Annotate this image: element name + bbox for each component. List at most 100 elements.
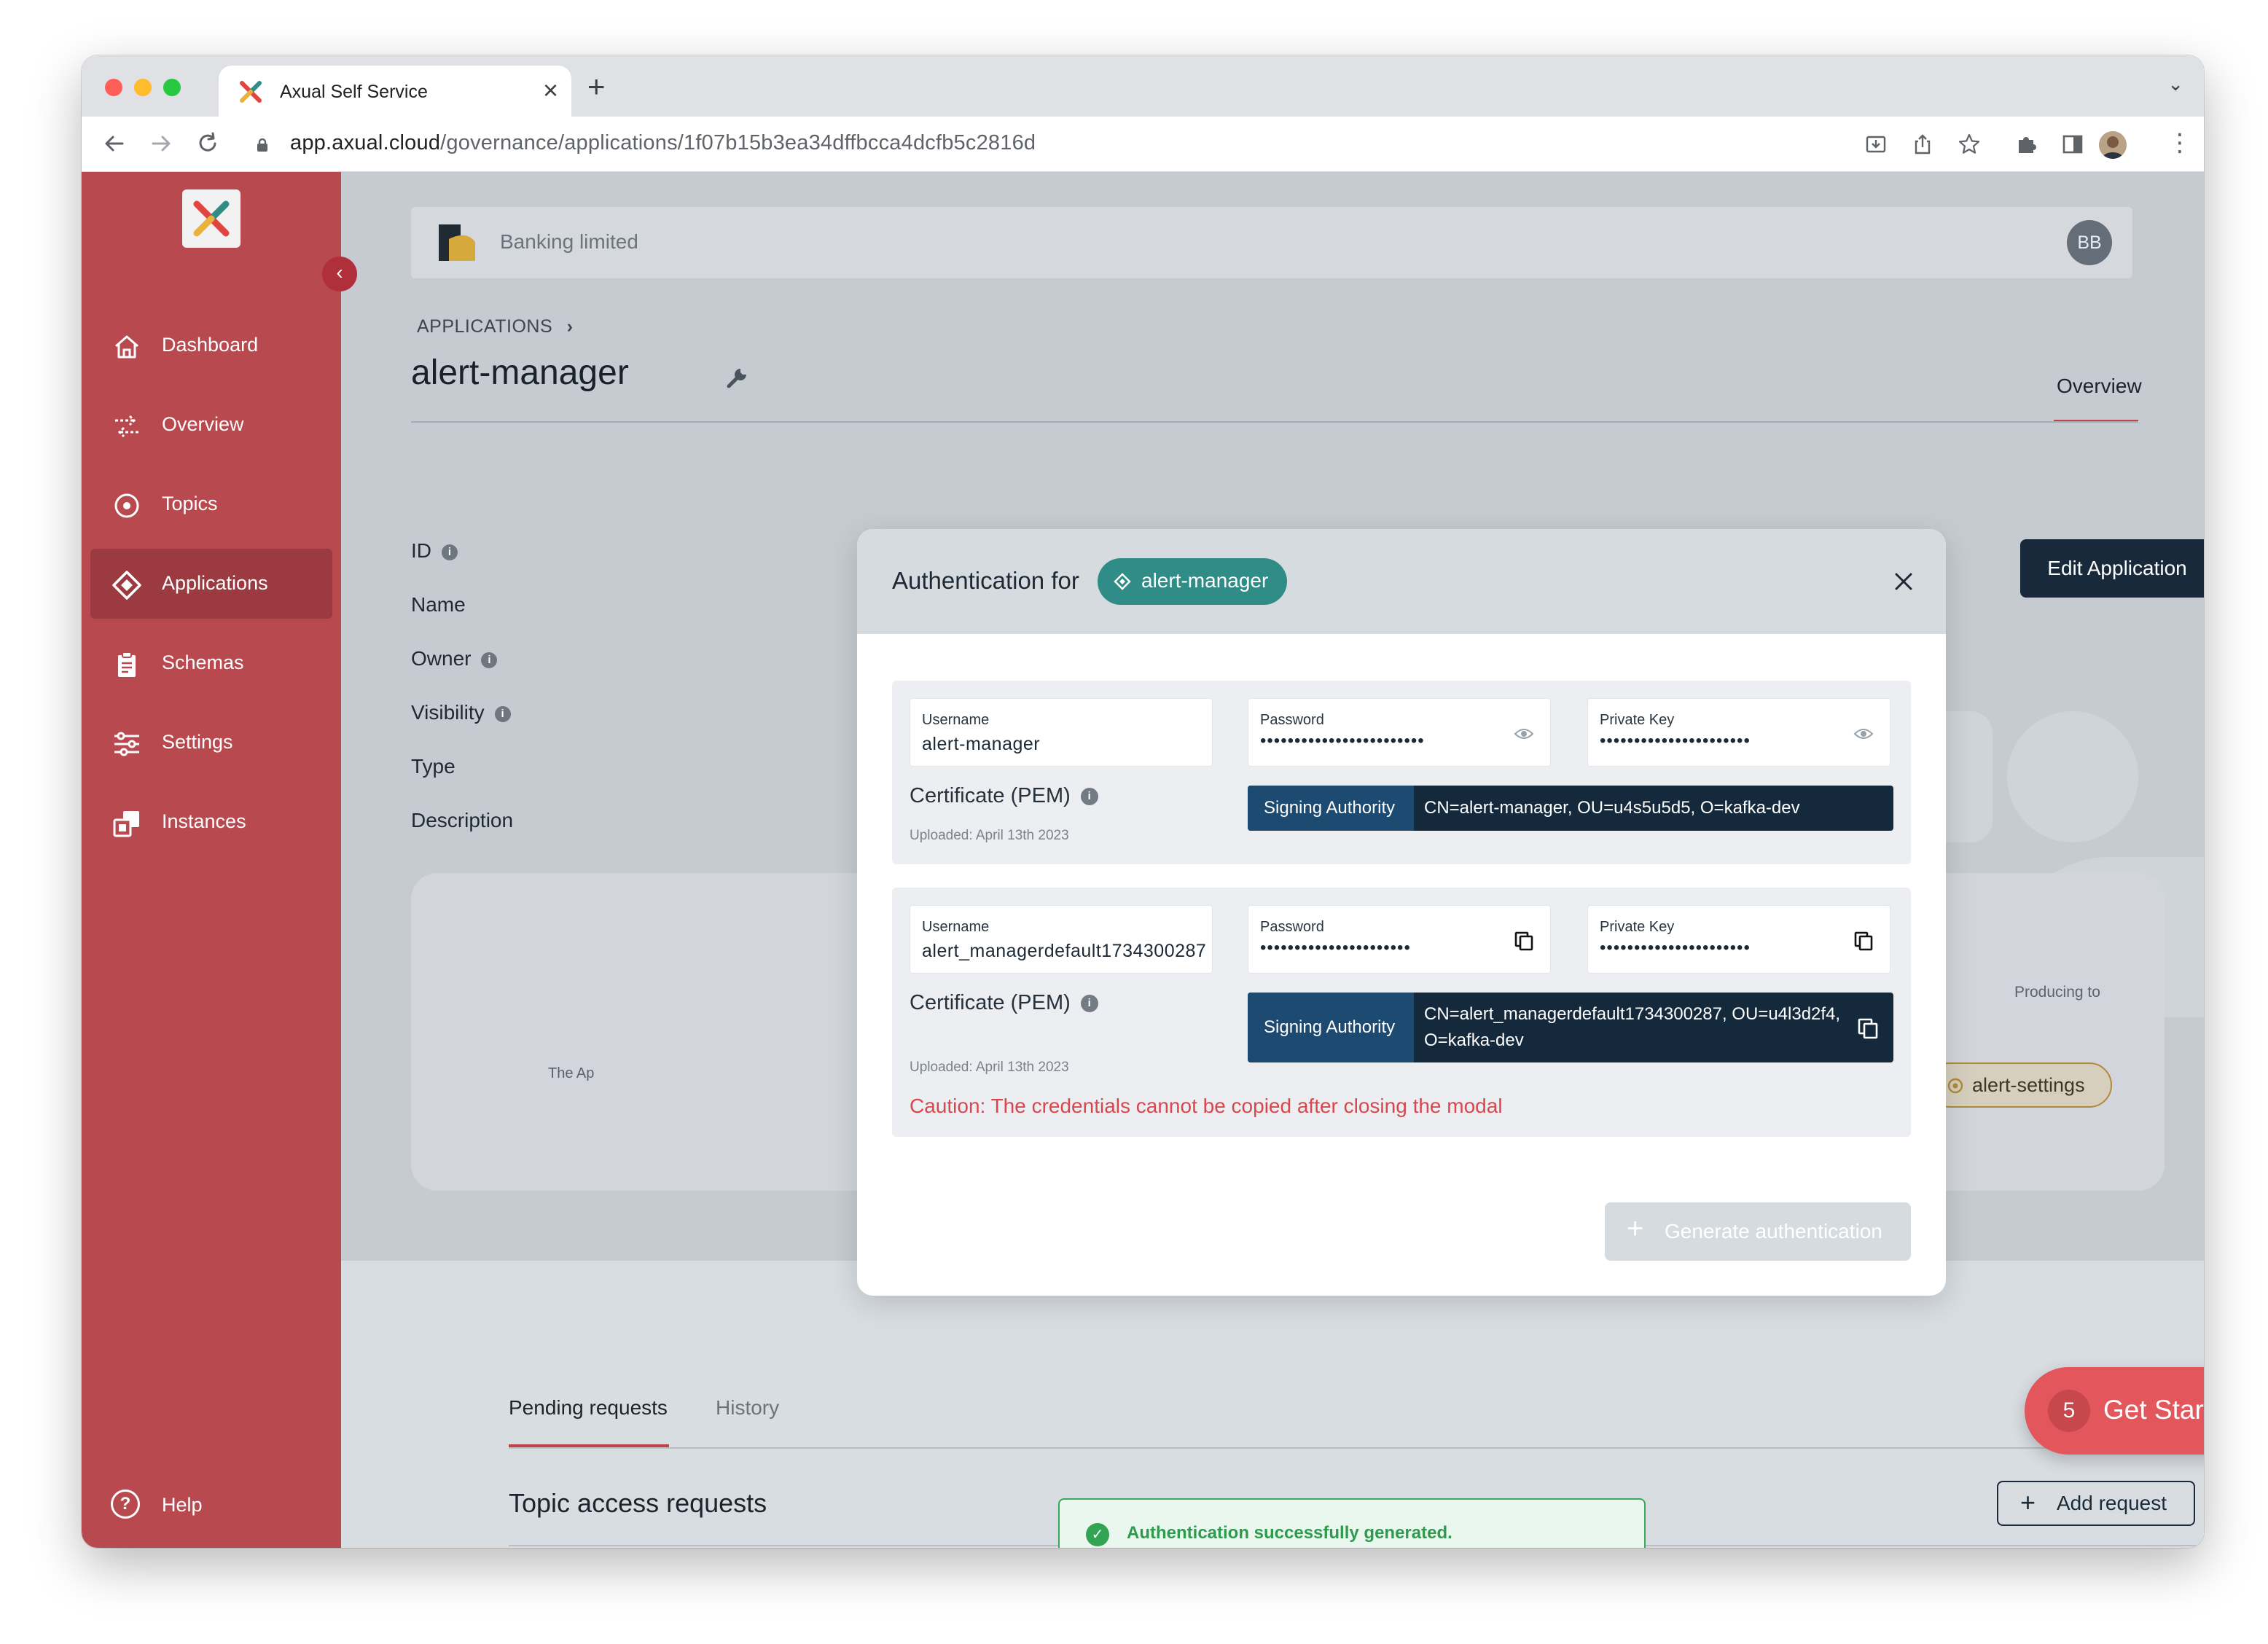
organization-bar: Banking limited BB <box>411 207 2132 278</box>
app-logo[interactable] <box>182 189 241 248</box>
generate-authentication-label: Generate authentication <box>1665 1220 1882 1242</box>
caution-message: Caution: The credentials cannot be copie… <box>910 1095 1503 1117</box>
info-icon[interactable]: i <box>494 705 511 722</box>
field-label-text: Visibility <box>411 701 485 724</box>
help-label: Help <box>162 1494 203 1516</box>
close-icon[interactable] <box>1892 570 1915 593</box>
check-circle-icon: ✓ <box>1086 1523 1109 1546</box>
topic-icon <box>1947 1078 1963 1094</box>
sidebar-item-label: Schemas <box>162 651 244 673</box>
tab-history[interactable]: History <box>716 1396 779 1420</box>
signing-authority[interactable]: Signing Authority CN=alert_managerdefaul… <box>1248 993 1893 1062</box>
user-avatar[interactable]: BB <box>2067 220 2112 265</box>
signing-authority-value: CN=alert_managerdefault1734300287, OU=u4… <box>1424 1004 1841 1024</box>
sidebar-item-schemas[interactable]: Schemas <box>90 628 332 698</box>
plus-icon: + <box>1627 1213 1644 1245</box>
copy-icon[interactable] <box>1514 931 1534 951</box>
organization-name: Banking limited <box>500 230 638 253</box>
field-label-id: ID i <box>411 539 458 563</box>
sidebar-item-overview[interactable]: Overview <box>90 390 332 460</box>
uploaded-date: Uploaded: April 13th 2023 <box>910 1060 1069 1075</box>
eye-icon[interactable] <box>1514 724 1534 744</box>
breadcrumb-applications[interactable]: APPLICATIONS <box>417 316 552 337</box>
help-icon: ? <box>111 1490 140 1519</box>
private-key-field[interactable]: Private Key •••••••••••••••••••••• <box>1587 905 1890 974</box>
field-label-text: Owner <box>411 647 472 670</box>
reload-icon[interactable] <box>195 131 220 156</box>
share-icon[interactable] <box>1911 133 1934 156</box>
password-field[interactable]: Password •••••••••••••••••••••••• <box>1248 698 1551 767</box>
copy-icon[interactable] <box>1853 931 1874 951</box>
signing-authority[interactable]: Signing Authority CN=alert-manager, OU=u… <box>1248 786 1893 831</box>
tab-overview[interactable]: Overview <box>2057 375 2142 398</box>
success-toast: ✓ Authentication successfully generated. <box>1058 1498 1646 1548</box>
decorative-shape <box>2007 711 2138 842</box>
side-panel-icon[interactable] <box>2061 133 2084 156</box>
generate-authentication-button[interactable]: + Generate authentication <box>1605 1202 1911 1261</box>
eye-icon[interactable] <box>1853 724 1874 744</box>
new-tab-icon[interactable]: + <box>587 68 606 105</box>
wrench-icon[interactable] <box>726 364 751 389</box>
chevron-down-icon[interactable]: ⌄ <box>2167 73 2183 95</box>
field-label-visibility: Visibility i <box>411 701 511 724</box>
sidebar-item-dashboard[interactable]: Dashboard <box>90 310 332 380</box>
info-icon[interactable]: i <box>1080 788 1098 806</box>
breadcrumb[interactable]: APPLICATIONS › <box>417 316 573 337</box>
sidebar-item-applications[interactable]: Applications <box>90 549 332 619</box>
sidebar-item-topics[interactable]: Topics <box>90 469 332 539</box>
lock-icon[interactable] <box>257 138 268 152</box>
maximize-window-button[interactable] <box>163 79 181 96</box>
application-chip-label: alert-manager <box>1141 569 1269 592</box>
password-field[interactable]: Password •••••••••••••••••••••• <box>1248 905 1551 974</box>
topic-icon <box>114 493 139 518</box>
star-icon[interactable] <box>1958 133 1981 156</box>
sidebar-item-label: Settings <box>162 731 233 753</box>
private-key-label: Private Key <box>1600 712 1675 728</box>
sidebar-item-label: Instances <box>162 810 246 832</box>
browser-tab[interactable]: Axual Self Service × <box>219 66 571 117</box>
close-tab-icon[interactable]: × <box>543 76 558 105</box>
username-label: Username <box>922 712 990 728</box>
minimize-window-button[interactable] <box>134 79 152 96</box>
signing-authority-label: Signing Authority <box>1264 1017 1396 1037</box>
toast-message: Authentication successfully generated. <box>1127 1523 1452 1543</box>
signing-authority-tag: Signing Authority <box>1248 786 1414 831</box>
flow-icon <box>115 415 138 438</box>
forward-icon[interactable] <box>149 131 173 156</box>
extensions-icon[interactable] <box>2014 133 2038 156</box>
username-field[interactable]: Username alert_managerdefault1734300287 <box>910 905 1213 974</box>
uploaded-date: Uploaded: April 13th 2023 <box>910 828 1069 843</box>
back-icon[interactable] <box>102 131 127 156</box>
topic-pill[interactable]: alert-settings <box>1927 1062 2112 1108</box>
private-key-field[interactable]: Private Key •••••••••••••••••••••• <box>1587 698 1890 767</box>
collapse-sidebar-button[interactable]: ‹ <box>322 257 357 291</box>
info-icon[interactable]: i <box>442 544 458 560</box>
add-request-button[interactable]: + Add request <box>1997 1481 2195 1526</box>
url-host: app.axual.cloud <box>290 131 441 154</box>
organization-logo-icon <box>439 224 475 261</box>
password-value: •••••••••••••••••••••• <box>1260 938 1411 958</box>
axual-logo-icon <box>193 200 230 237</box>
application-icon <box>1114 573 1131 590</box>
info-icon[interactable]: i <box>481 651 498 668</box>
tab-pending-requests[interactable]: Pending requests <box>509 1396 668 1420</box>
axual-logo-icon <box>240 81 262 103</box>
copy-icon[interactable] <box>1857 1017 1879 1039</box>
address-bar[interactable]: app.axual.cloud/governance/applications/… <box>290 131 1036 155</box>
topic-pill-label: alert-settings <box>1972 1074 2085 1096</box>
install-icon[interactable] <box>1864 133 1888 156</box>
edit-application-button[interactable]: Edit Application <box>2020 539 2204 598</box>
info-icon[interactable]: i <box>1080 995 1098 1013</box>
sidebar-item-settings[interactable]: Settings <box>90 708 332 778</box>
main-content: Banking limited BB APPLICATIONS › alert-… <box>341 172 2204 1548</box>
signing-authority-value-line2: O=kafka-dev <box>1424 1030 1524 1050</box>
get-started-button[interactable]: 5 Get Started ? <box>2025 1367 2204 1455</box>
certificate-label: Certificate (PEM) i <box>910 991 1098 1015</box>
sidebar-item-instances[interactable]: Instances <box>90 787 332 857</box>
private-key-label: Private Key <box>1600 919 1675 935</box>
username-field[interactable]: Username alert-manager <box>910 698 1213 767</box>
browser-menu-icon[interactable]: ⋮ <box>2167 128 2192 157</box>
profile-avatar[interactable] <box>2099 131 2127 159</box>
certificate-label-text: Certificate (PEM) <box>910 784 1071 807</box>
close-window-button[interactable] <box>105 79 122 96</box>
